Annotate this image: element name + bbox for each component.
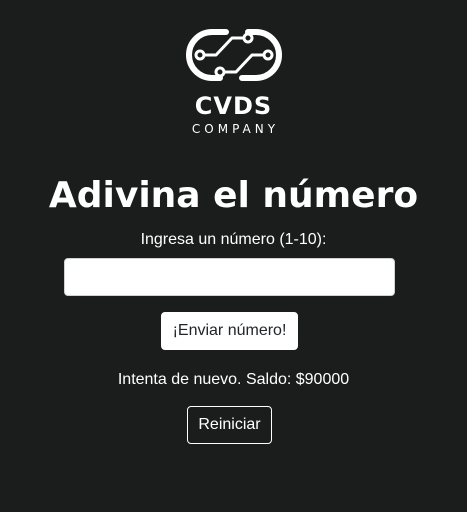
submit-number-button[interactable]: ¡Enviar número! [161,312,298,350]
circuit-link-logo-icon [185,29,282,81]
company-subtitle: COMPANY [191,122,280,136]
reset-button[interactable]: Reiniciar [187,406,272,444]
number-input[interactable] [64,258,395,296]
company-logo: CVDS COMPANY [0,24,467,137]
number-prompt-label: Ingresa un número (1-10): [140,231,327,248]
page-title: Adivina el número [48,175,419,216]
result-message: Intenta de nuevo. Saldo: $90000 [117,371,350,388]
company-name: CVDS [194,92,273,120]
